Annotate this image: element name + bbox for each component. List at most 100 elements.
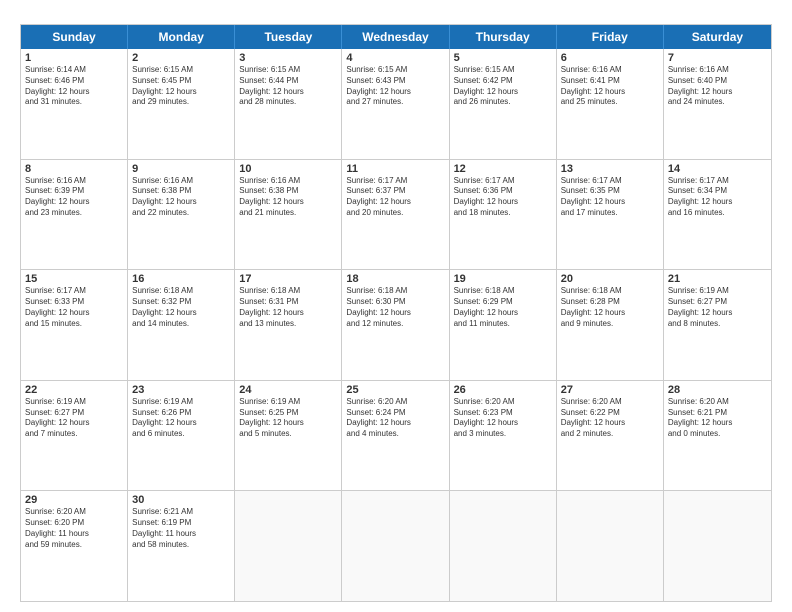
day-cell-19: 19Sunrise: 6:18 AM Sunset: 6:29 PM Dayli… [450, 270, 557, 380]
day-cell-1: 1Sunrise: 6:14 AM Sunset: 6:46 PM Daylig… [21, 49, 128, 159]
day-info: Sunrise: 6:15 AM Sunset: 6:43 PM Dayligh… [346, 65, 444, 108]
day-number: 19 [454, 273, 552, 285]
day-cell-9: 9Sunrise: 6:16 AM Sunset: 6:38 PM Daylig… [128, 160, 235, 270]
day-cell-4: 4Sunrise: 6:15 AM Sunset: 6:43 PM Daylig… [342, 49, 449, 159]
day-cell-17: 17Sunrise: 6:18 AM Sunset: 6:31 PM Dayli… [235, 270, 342, 380]
day-info: Sunrise: 6:16 AM Sunset: 6:38 PM Dayligh… [132, 176, 230, 219]
day-number: 17 [239, 273, 337, 285]
day-cell-27: 27Sunrise: 6:20 AM Sunset: 6:22 PM Dayli… [557, 381, 664, 491]
day-number: 1 [25, 52, 123, 64]
header-day-tuesday: Tuesday [235, 25, 342, 49]
day-cell-28: 28Sunrise: 6:20 AM Sunset: 6:21 PM Dayli… [664, 381, 771, 491]
day-info: Sunrise: 6:20 AM Sunset: 6:24 PM Dayligh… [346, 397, 444, 440]
empty-cell [235, 491, 342, 601]
day-number: 5 [454, 52, 552, 64]
day-info: Sunrise: 6:19 AM Sunset: 6:27 PM Dayligh… [668, 286, 767, 329]
day-number: 27 [561, 384, 659, 396]
day-number: 9 [132, 163, 230, 175]
day-cell-25: 25Sunrise: 6:20 AM Sunset: 6:24 PM Dayli… [342, 381, 449, 491]
day-cell-22: 22Sunrise: 6:19 AM Sunset: 6:27 PM Dayli… [21, 381, 128, 491]
day-cell-5: 5Sunrise: 6:15 AM Sunset: 6:42 PM Daylig… [450, 49, 557, 159]
day-info: Sunrise: 6:18 AM Sunset: 6:32 PM Dayligh… [132, 286, 230, 329]
day-number: 21 [668, 273, 767, 285]
empty-cell [664, 491, 771, 601]
header-day-thursday: Thursday [450, 25, 557, 49]
day-cell-23: 23Sunrise: 6:19 AM Sunset: 6:26 PM Dayli… [128, 381, 235, 491]
day-number: 29 [25, 494, 123, 506]
day-info: Sunrise: 6:19 AM Sunset: 6:25 PM Dayligh… [239, 397, 337, 440]
day-info: Sunrise: 6:20 AM Sunset: 6:21 PM Dayligh… [668, 397, 767, 440]
calendar-row-2: 8Sunrise: 6:16 AM Sunset: 6:39 PM Daylig… [21, 160, 771, 271]
day-cell-11: 11Sunrise: 6:17 AM Sunset: 6:37 PM Dayli… [342, 160, 449, 270]
day-info: Sunrise: 6:17 AM Sunset: 6:37 PM Dayligh… [346, 176, 444, 219]
day-info: Sunrise: 6:16 AM Sunset: 6:40 PM Dayligh… [668, 65, 767, 108]
day-number: 12 [454, 163, 552, 175]
day-info: Sunrise: 6:16 AM Sunset: 6:38 PM Dayligh… [239, 176, 337, 219]
day-info: Sunrise: 6:18 AM Sunset: 6:31 PM Dayligh… [239, 286, 337, 329]
day-number: 8 [25, 163, 123, 175]
day-cell-30: 30Sunrise: 6:21 AM Sunset: 6:19 PM Dayli… [128, 491, 235, 601]
day-number: 6 [561, 52, 659, 64]
header-day-wednesday: Wednesday [342, 25, 449, 49]
day-cell-16: 16Sunrise: 6:18 AM Sunset: 6:32 PM Dayli… [128, 270, 235, 380]
empty-cell [450, 491, 557, 601]
header-day-monday: Monday [128, 25, 235, 49]
day-number: 22 [25, 384, 123, 396]
day-info: Sunrise: 6:14 AM Sunset: 6:46 PM Dayligh… [25, 65, 123, 108]
day-number: 3 [239, 52, 337, 64]
day-cell-3: 3Sunrise: 6:15 AM Sunset: 6:44 PM Daylig… [235, 49, 342, 159]
calendar-page: General Blue SundayMondayTuesdayWednesda… [0, 0, 792, 612]
day-number: 20 [561, 273, 659, 285]
calendar: SundayMondayTuesdayWednesdayThursdayFrid… [20, 24, 772, 602]
header-day-sunday: Sunday [21, 25, 128, 49]
calendar-row-3: 15Sunrise: 6:17 AM Sunset: 6:33 PM Dayli… [21, 270, 771, 381]
day-cell-7: 7Sunrise: 6:16 AM Sunset: 6:40 PM Daylig… [664, 49, 771, 159]
day-cell-18: 18Sunrise: 6:18 AM Sunset: 6:30 PM Dayli… [342, 270, 449, 380]
empty-cell [557, 491, 664, 601]
header-day-friday: Friday [557, 25, 664, 49]
day-info: Sunrise: 6:16 AM Sunset: 6:41 PM Dayligh… [561, 65, 659, 108]
day-info: Sunrise: 6:17 AM Sunset: 6:33 PM Dayligh… [25, 286, 123, 329]
day-number: 24 [239, 384, 337, 396]
day-number: 28 [668, 384, 767, 396]
day-number: 11 [346, 163, 444, 175]
day-number: 2 [132, 52, 230, 64]
day-number: 16 [132, 273, 230, 285]
calendar-row-5: 29Sunrise: 6:20 AM Sunset: 6:20 PM Dayli… [21, 491, 771, 601]
day-cell-8: 8Sunrise: 6:16 AM Sunset: 6:39 PM Daylig… [21, 160, 128, 270]
day-cell-2: 2Sunrise: 6:15 AM Sunset: 6:45 PM Daylig… [128, 49, 235, 159]
calendar-row-1: 1Sunrise: 6:14 AM Sunset: 6:46 PM Daylig… [21, 49, 771, 160]
day-cell-29: 29Sunrise: 6:20 AM Sunset: 6:20 PM Dayli… [21, 491, 128, 601]
day-info: Sunrise: 6:18 AM Sunset: 6:29 PM Dayligh… [454, 286, 552, 329]
day-number: 14 [668, 163, 767, 175]
calendar-row-4: 22Sunrise: 6:19 AM Sunset: 6:27 PM Dayli… [21, 381, 771, 492]
day-cell-24: 24Sunrise: 6:19 AM Sunset: 6:25 PM Dayli… [235, 381, 342, 491]
day-cell-26: 26Sunrise: 6:20 AM Sunset: 6:23 PM Dayli… [450, 381, 557, 491]
calendar-header: SundayMondayTuesdayWednesdayThursdayFrid… [21, 25, 771, 49]
day-cell-12: 12Sunrise: 6:17 AM Sunset: 6:36 PM Dayli… [450, 160, 557, 270]
day-info: Sunrise: 6:19 AM Sunset: 6:26 PM Dayligh… [132, 397, 230, 440]
day-info: Sunrise: 6:15 AM Sunset: 6:44 PM Dayligh… [239, 65, 337, 108]
day-info: Sunrise: 6:21 AM Sunset: 6:19 PM Dayligh… [132, 507, 230, 550]
day-info: Sunrise: 6:20 AM Sunset: 6:22 PM Dayligh… [561, 397, 659, 440]
day-number: 7 [668, 52, 767, 64]
day-info: Sunrise: 6:16 AM Sunset: 6:39 PM Dayligh… [25, 176, 123, 219]
day-number: 4 [346, 52, 444, 64]
day-cell-14: 14Sunrise: 6:17 AM Sunset: 6:34 PM Dayli… [664, 160, 771, 270]
day-cell-21: 21Sunrise: 6:19 AM Sunset: 6:27 PM Dayli… [664, 270, 771, 380]
day-cell-6: 6Sunrise: 6:16 AM Sunset: 6:41 PM Daylig… [557, 49, 664, 159]
day-number: 10 [239, 163, 337, 175]
day-info: Sunrise: 6:20 AM Sunset: 6:20 PM Dayligh… [25, 507, 123, 550]
day-info: Sunrise: 6:15 AM Sunset: 6:45 PM Dayligh… [132, 65, 230, 108]
day-cell-20: 20Sunrise: 6:18 AM Sunset: 6:28 PM Dayli… [557, 270, 664, 380]
day-cell-13: 13Sunrise: 6:17 AM Sunset: 6:35 PM Dayli… [557, 160, 664, 270]
day-info: Sunrise: 6:18 AM Sunset: 6:28 PM Dayligh… [561, 286, 659, 329]
day-number: 13 [561, 163, 659, 175]
day-info: Sunrise: 6:20 AM Sunset: 6:23 PM Dayligh… [454, 397, 552, 440]
day-number: 30 [132, 494, 230, 506]
day-cell-15: 15Sunrise: 6:17 AM Sunset: 6:33 PM Dayli… [21, 270, 128, 380]
calendar-body: 1Sunrise: 6:14 AM Sunset: 6:46 PM Daylig… [21, 49, 771, 601]
day-number: 23 [132, 384, 230, 396]
day-info: Sunrise: 6:17 AM Sunset: 6:36 PM Dayligh… [454, 176, 552, 219]
day-info: Sunrise: 6:18 AM Sunset: 6:30 PM Dayligh… [346, 286, 444, 329]
